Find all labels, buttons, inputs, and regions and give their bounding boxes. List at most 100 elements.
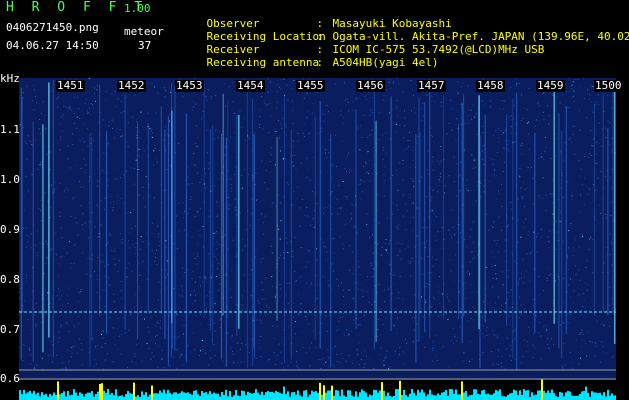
noise-pixel: [335, 134, 337, 136]
noise-pixel: [432, 350, 434, 351]
noise-pixel: [235, 166, 237, 168]
noise-pixel: [572, 255, 574, 257]
noise-pixel: [214, 355, 216, 356]
noise-pixel: [260, 261, 262, 263]
noise-pixel: [562, 196, 564, 198]
noise-pixel: [143, 150, 145, 152]
noise-pixel: [520, 362, 522, 364]
noise-pixel: [545, 146, 547, 148]
noise-pixel: [218, 244, 220, 245]
noise-pixel: [261, 213, 262, 215]
noise-pixel: [100, 224, 102, 226]
noise-pixel: [270, 245, 272, 247]
noise-pixel: [113, 301, 115, 302]
noise-pixel: [397, 115, 398, 116]
noise-pixel: [523, 206, 525, 207]
noise-pixel: [352, 100, 354, 102]
noise-pixel: [389, 138, 391, 140]
noise-pixel: [72, 133, 74, 134]
noise-pixel: [609, 233, 611, 235]
noise-pixel: [338, 328, 340, 330]
noise-pixel: [413, 320, 414, 322]
noise-pixel: [550, 273, 552, 275]
histogram-bar: [351, 395, 353, 400]
noise-pixel: [467, 122, 469, 124]
noise-pixel: [317, 284, 319, 286]
noise-pixel: [609, 325, 611, 327]
noise-pixel: [333, 187, 335, 188]
noise-pixel: [271, 252, 273, 254]
noise-pixel: [279, 79, 281, 81]
histogram-bar: [333, 395, 335, 400]
noise-pixel: [135, 253, 136, 254]
noise-pixel: [409, 131, 410, 133]
histogram-bar: [99, 383, 101, 400]
histogram-bar: [233, 395, 235, 400]
histogram-bar: [255, 389, 257, 400]
noise-pixel: [516, 85, 517, 87]
spectrogram-canvas: [19, 78, 616, 400]
noise-pixel: [500, 183, 502, 185]
noise-pixel: [195, 164, 196, 166]
noise-pixel: [50, 207, 52, 209]
noise-pixel: [260, 356, 262, 358]
noise-pixel: [588, 249, 590, 251]
noise-pixel: [263, 298, 265, 300]
noise-pixel: [216, 241, 218, 243]
noise-pixel: [156, 322, 158, 324]
noise-pixel: [71, 133, 73, 135]
noise-pixel: [346, 98, 348, 100]
histogram-bar: [501, 396, 503, 400]
noise-pixel: [183, 217, 185, 219]
noise-pixel: [555, 155, 557, 157]
noise-pixel: [475, 159, 477, 161]
noise-pixel: [431, 127, 433, 129]
noise-pixel: [358, 334, 360, 336]
histogram-bar: [579, 393, 581, 400]
noise-pixel: [425, 286, 427, 287]
histogram-bar: [65, 396, 67, 400]
noise-pixel: [287, 365, 289, 367]
noise-pixel: [349, 269, 350, 271]
noise-pixel: [509, 355, 511, 357]
noise-pixel: [167, 104, 169, 105]
noise-pixel: [473, 159, 475, 161]
noise-pixel: [507, 299, 508, 301]
noise-pixel: [76, 116, 78, 118]
info-value: A504HB(yagi 4el): [332, 56, 439, 69]
noise-pixel: [142, 187, 144, 188]
noise-pixel: [495, 273, 497, 275]
histogram-bar: [221, 392, 223, 400]
noise-pixel: [164, 87, 166, 89]
noise-pixel: [517, 281, 519, 282]
noise-pixel: [305, 266, 307, 268]
noise-pixel: [444, 192, 445, 194]
histogram-bar: [435, 395, 437, 400]
noise-pixel: [202, 349, 204, 351]
histogram-bar: [355, 391, 357, 400]
noise-pixel: [194, 290, 195, 292]
noise-pixel: [214, 231, 216, 233]
noise-pixel: [195, 281, 196, 283]
noise-pixel: [199, 285, 201, 287]
histogram-bar: [343, 395, 345, 400]
noise-pixel: [41, 357, 43, 359]
noise-pixel: [528, 326, 530, 328]
histogram-bar: [41, 392, 43, 400]
histogram-bar: [473, 389, 475, 400]
noise-pixel: [30, 329, 32, 331]
noise-pixel: [300, 247, 302, 249]
noise-pixel: [590, 101, 592, 103]
noise-pixel: [409, 167, 411, 169]
noise-pixel: [49, 340, 51, 342]
noise-pixel: [447, 293, 449, 295]
noise-pixel: [80, 291, 82, 293]
noise-pixel: [161, 358, 163, 360]
noise-pixel: [359, 149, 361, 151]
noise-pixel: [295, 281, 297, 282]
noise-pixel: [117, 271, 119, 273]
noise-pixel: [456, 118, 458, 119]
histogram-bar: [583, 390, 585, 400]
y-tick-label: 0.6: [0, 372, 20, 385]
noise-pixel: [371, 129, 373, 131]
